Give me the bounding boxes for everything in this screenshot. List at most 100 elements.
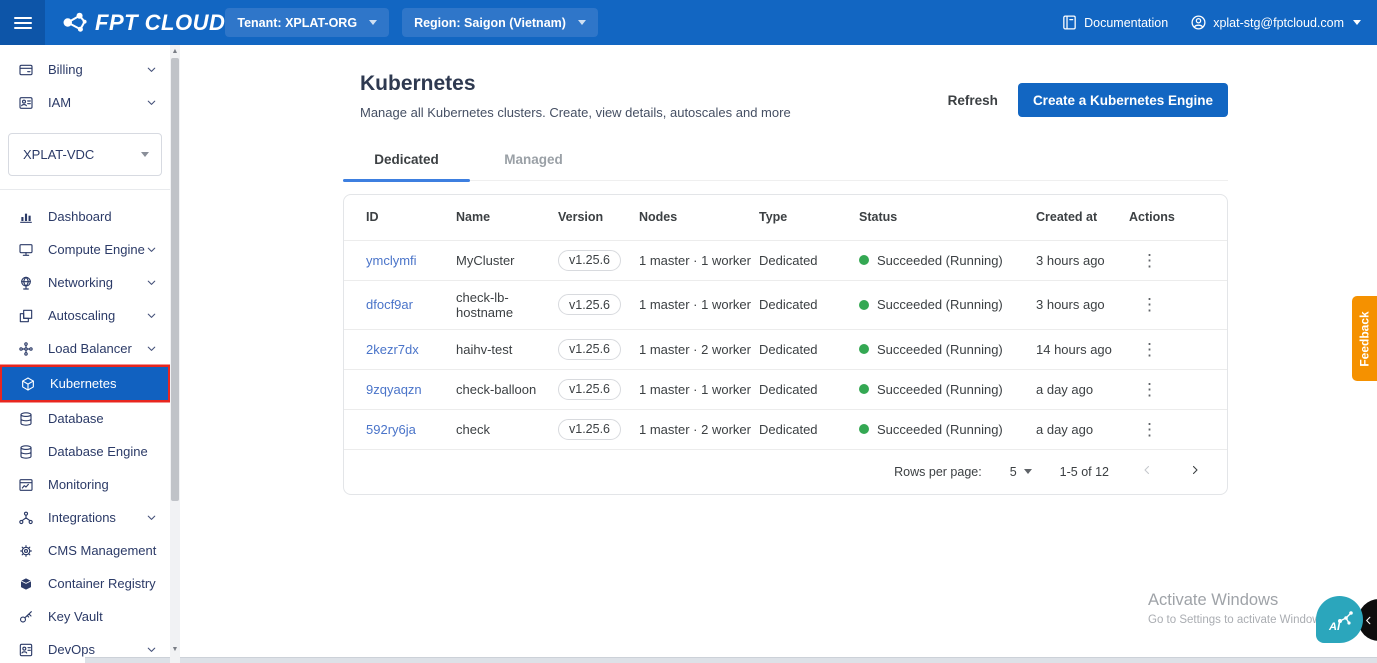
next-page-button[interactable] [1185,464,1205,479]
sidebar-item-dashboard[interactable]: Dashboard [0,200,170,233]
status-dot-icon [859,344,869,354]
created-at: 3 hours ago [1036,279,1129,329]
created-at: a day ago [1036,368,1129,409]
sidebar-item-kubernetes[interactable]: Kubernetes [2,367,168,400]
kebab-menu-icon[interactable]: ⋮ [1129,296,1170,313]
table-header-row: ID Name Version Nodes Type Status Create… [344,195,1227,240]
sidebar-item-key-vault[interactable]: Key Vault [0,600,170,633]
cluster-nodes: 1 master · 1 worker [639,279,759,329]
refresh-button[interactable]: Refresh [948,93,998,108]
devops-icon [18,642,34,658]
kebab-menu-icon[interactable]: ⋮ [1129,381,1170,398]
cluster-type: Dedicated [759,328,859,369]
integrations-icon [18,510,34,526]
scroll-down-icon[interactable]: ▼ [170,645,180,655]
cluster-nodes: 1 master · 1 worker [639,239,759,280]
page-title: Kubernetes [360,72,476,95]
cluster-id-link[interactable]: dfocf9ar [366,297,413,312]
vdc-selector[interactable]: XPLAT-VDC [8,133,162,176]
sidebar-item-label: Autoscaling [48,308,116,323]
documentation-label: Documentation [1084,15,1169,30]
region-selector[interactable]: Region: Saigon (Vietnam) [402,8,598,37]
sidebar-item-cms-management[interactable]: CMS Management [0,534,170,567]
tenant-selector[interactable]: Tenant: XPLAT-ORG [225,8,390,37]
tab-managed[interactable]: Managed [470,141,597,180]
cluster-name: haihv-test [456,328,558,369]
sidebar-item-networking[interactable]: Networking [0,266,170,299]
account-menu[interactable]: xplat-stg@fptcloud.com [1190,14,1361,31]
chevron-down-icon [145,309,158,322]
sidebar-item-monitoring[interactable]: Monitoring [0,468,170,501]
key-vault-icon [18,609,34,625]
sidebar-item-billing[interactable]: Billing [0,53,170,86]
chevron-right-icon [1192,465,1198,475]
brand-name: FPT CLOUD [95,9,226,35]
feedback-tab[interactable]: Feedback [1352,296,1377,381]
created-at: a day ago [1036,408,1129,449]
compute-engine-icon [18,242,34,258]
tab-dedicated[interactable]: Dedicated [343,141,470,182]
previous-page-button[interactable] [1137,464,1157,479]
autoscaling-icon [18,308,34,324]
sidebar-item-compute-engine[interactable]: Compute Engine [0,233,170,266]
chevron-down-icon [145,643,158,656]
sidebar-item-integrations[interactable]: Integrations [0,501,170,534]
sidebar-item-autoscaling[interactable]: Autoscaling [0,299,170,332]
brand-logo[interactable]: FPT CLOUD [61,9,225,36]
cluster-nodes: 1 master · 2 worker [639,408,759,449]
cluster-id-link[interactable]: 9zqyaqzn [366,382,422,397]
cms-management-icon [18,543,34,559]
status-text: Succeeded (Running) [877,252,1003,268]
column-header-name: Name [456,210,491,225]
sidebar-scrollbar[interactable]: ▲ ▼ [170,45,180,663]
kebab-menu-icon[interactable]: ⋮ [1129,341,1170,358]
tab-bar: Dedicated Managed [343,141,1228,182]
status-text: Succeeded (Running) [877,341,1003,357]
sidebar-top-nav: Billing IAM [0,53,170,119]
rows-per-page-select[interactable]: 5 [1010,465,1032,479]
sidebar-item-load-balancer[interactable]: Load Balancer [0,332,170,365]
scrollbar-thumb[interactable] [171,58,179,501]
chevron-down-icon [145,511,158,524]
status-text: Succeeded (Running) [877,381,1003,397]
chevron-down-icon [1353,20,1361,25]
rows-per-page-value: 5 [1009,464,1017,479]
scroll-up-icon[interactable]: ▲ [170,47,180,57]
version-badge: v1.25.6 [558,418,622,440]
cluster-id-link[interactable]: 592ry6ja [366,422,416,437]
cluster-nodes: 1 master · 1 worker [639,368,759,409]
table-row: 2kezr7dx haihv-test v1.25.6 1 master · 2 wo… [344,328,1227,369]
sidebar-item-iam[interactable]: IAM [0,86,170,119]
tenant-label: Tenant: XPLAT-ORG [237,15,358,30]
sidebar-item-devops[interactable]: DevOps [0,633,170,663]
kebab-menu-icon[interactable]: ⋮ [1129,421,1170,438]
cluster-nodes: 1 master · 2 worker [639,328,759,369]
create-kubernetes-engine-button[interactable]: Create a Kubernetes Engine [1017,83,1228,117]
version-badge: v1.25.6 [558,249,622,271]
vdc-selector-value: XPLAT-VDC [23,147,95,162]
clusters-table: ID Name Version Nodes Type Status Create… [344,195,1227,449]
sidebar-item-database-engine[interactable]: Database Engine [0,435,170,468]
sidebar-main-nav: Dashboard Compute Engine Networking Autosca… [0,200,170,663]
sidebar-item-container-registry[interactable]: Container Registry [0,567,170,600]
dashboard-icon [18,209,34,225]
ai-molecule-icon: AI [1328,610,1353,633]
version-badge: v1.25.6 [558,338,622,360]
hamburger-menu-button[interactable] [0,0,45,45]
status-dot-icon [859,299,869,310]
column-header-nodes: Nodes [639,210,678,225]
table-row: ymclymfi MyCluster v1.25.6 1 master · 1 wor… [344,239,1227,280]
horizontal-scrollbar[interactable] [85,657,1377,663]
sidebar-item-label: Container Registry [48,576,156,591]
documentation-link[interactable]: Documentation [1061,14,1168,31]
kebab-menu-icon[interactable]: ⋮ [1129,252,1170,269]
table-row: 592ry6ja check v1.25.6 1 master · 2 worker D… [344,408,1227,449]
cluster-id-link[interactable]: 2kezr7dx [366,342,419,357]
cluster-name: check-lb-hostname [456,279,558,329]
sidebar-item-label: Database Engine [48,444,148,459]
activate-windows-line2: Go to Settings to activate Windows [1148,614,1327,626]
cluster-id-link[interactable]: ymclymfi [366,253,417,268]
sidebar-item-database[interactable]: Database [0,402,170,435]
chevron-down-icon [145,342,158,355]
ai-chat-button[interactable]: AI [1316,596,1363,643]
